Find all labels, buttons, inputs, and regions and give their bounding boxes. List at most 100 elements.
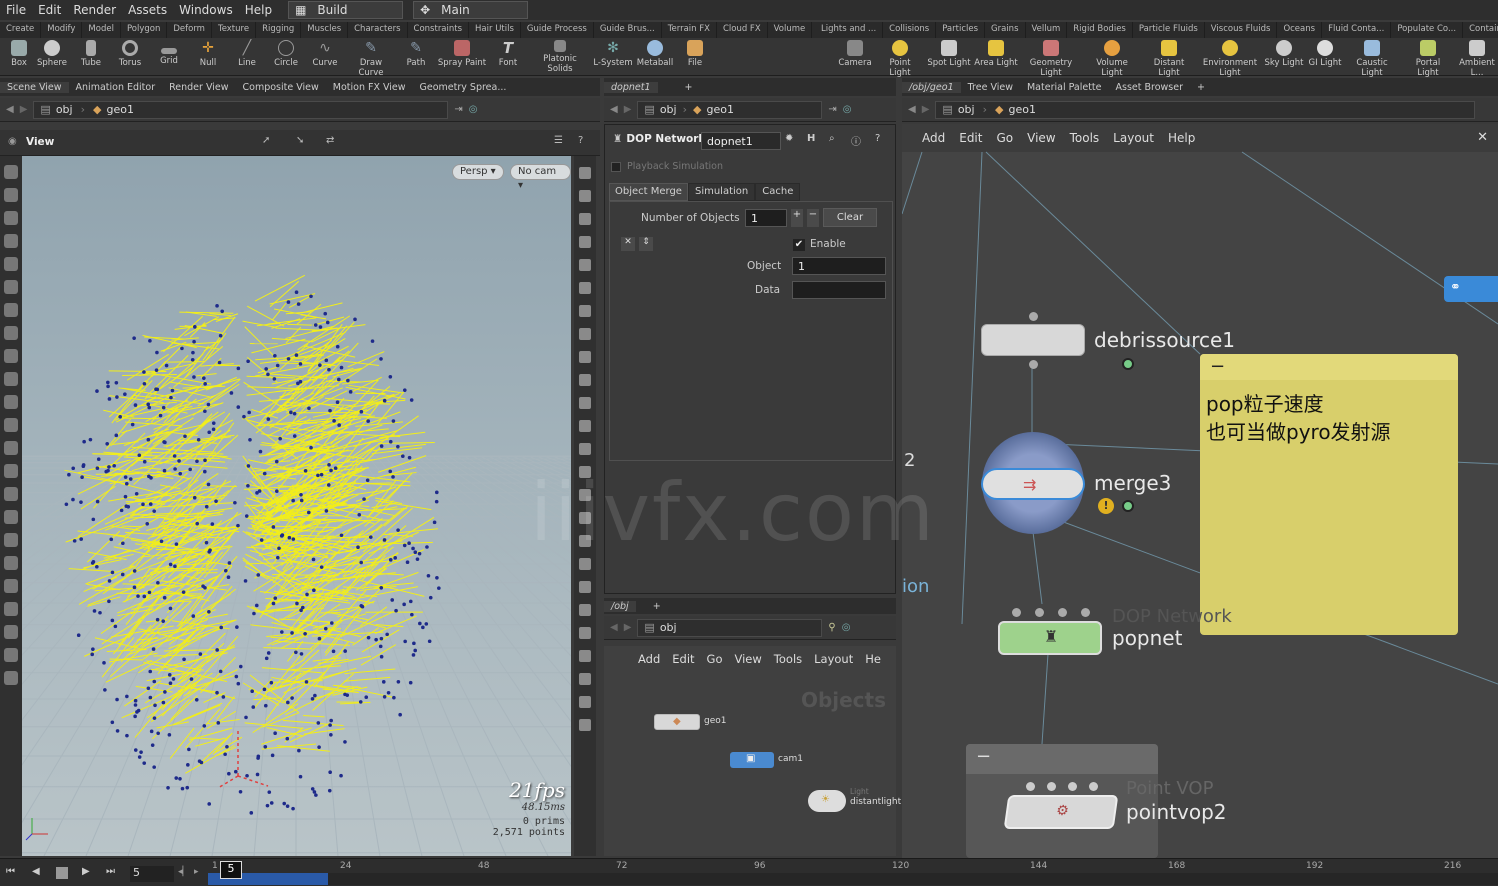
tool-lsystem[interactable]: ✻ L-System	[592, 40, 634, 68]
playhead[interactable]: 5	[220, 861, 242, 879]
clear-button[interactable]: Clear	[823, 208, 877, 227]
tool-path[interactable]: ✎ Path	[397, 40, 435, 68]
tool-distant-light[interactable]: Distant Light	[1144, 40, 1194, 78]
node-merge3[interactable]: ⇉	[981, 468, 1085, 500]
shelf-tab[interactable]: Rigging	[256, 22, 302, 38]
geo-network-view[interactable]: Add Edit Go View Tools Layout Help ✕ 2 i…	[902, 124, 1498, 858]
select-tool-icon[interactable]	[4, 165, 18, 179]
playback-simulation-row[interactable]: Playback Simulation	[611, 161, 891, 177]
shelf-tab[interactable]: Collisions	[883, 22, 937, 38]
shelf-tab[interactable]: Deform	[167, 22, 212, 38]
display-icon[interactable]	[579, 604, 591, 616]
display-icon[interactable]	[579, 190, 591, 202]
menu-file[interactable]: File	[0, 3, 32, 17]
add-tab-icon[interactable]: +	[1190, 82, 1212, 93]
tab-material-palette[interactable]: Material Palette	[1020, 82, 1109, 93]
shelf-tab[interactable]: Populate Co...	[1391, 22, 1464, 38]
menu-help[interactable]: Help	[239, 3, 278, 17]
node-input-connector[interactable]	[1029, 312, 1038, 321]
tab-animation-editor[interactable]: Animation Editor	[69, 82, 163, 93]
display-options-icon[interactable]: ☰	[554, 135, 563, 146]
display-icon[interactable]	[579, 167, 591, 179]
breadcrumb[interactable]: ▤ obj	[637, 618, 823, 637]
shelf-tab[interactable]: Characters	[348, 22, 408, 38]
back-arrow-icon[interactable]: ◀	[6, 104, 14, 115]
help-icon[interactable]: ?	[875, 133, 880, 144]
plus-icon[interactable]: +	[791, 209, 803, 227]
tool-portal-light[interactable]: Portal Light	[1404, 40, 1452, 78]
shelf-tab[interactable]: Guide Process	[521, 22, 594, 38]
menu-render[interactable]: Render	[67, 3, 122, 17]
node-distantlight[interactable]: ☀	[808, 790, 846, 812]
tab-dopnet1[interactable]: dopnet1	[604, 81, 658, 93]
menu-go[interactable]: Go	[707, 652, 723, 666]
step-forward-icon[interactable]: ▸	[194, 867, 199, 877]
tab-obj[interactable]: /obj	[604, 600, 636, 612]
shelf-tab[interactable]: Hair Utils	[469, 22, 521, 38]
pose-tool-icon[interactable]	[4, 257, 18, 271]
timeline[interactable]: ⏮ ◀ ▶ ⏭ 5 ◂▏ ▸ 5 1 24 48 72 96 120 144 1…	[0, 858, 1498, 886]
tool-environment-light[interactable]: Environment Light	[1202, 40, 1258, 78]
forward-arrow-icon[interactable]: ▶	[624, 622, 632, 633]
shelf-tab[interactable]: Muscles	[301, 22, 349, 38]
shelf-tab[interactable]: Lights and ...	[815, 22, 884, 38]
brush-tool-icon[interactable]	[4, 326, 18, 340]
input-connector[interactable]	[1058, 608, 1067, 617]
shelf-tab[interactable]: Container T...	[1463, 22, 1498, 38]
display-icon[interactable]	[579, 259, 591, 271]
tool-ambient-light[interactable]: Ambient L...	[1456, 40, 1498, 78]
tab-asset-browser[interactable]: Asset Browser	[1109, 82, 1190, 93]
grid-snap-icon[interactable]	[4, 395, 18, 409]
tool-metaball[interactable]: Metaball	[636, 40, 674, 68]
light-icon[interactable]	[579, 305, 591, 317]
reorder-icon[interactable]: ⇕	[639, 237, 653, 251]
menu-edit[interactable]: Edit	[672, 652, 694, 666]
display-icon[interactable]	[579, 627, 591, 639]
tab-render-view[interactable]: Render View	[162, 82, 235, 93]
point-snap-icon[interactable]	[4, 418, 18, 432]
tool-draw-curve[interactable]: ✎ Draw Curve	[347, 40, 395, 78]
input-connector[interactable]	[1068, 782, 1077, 791]
misc-tool-icon[interactable]	[4, 648, 18, 662]
light-icon[interactable]	[579, 328, 591, 340]
add-tab-icon[interactable]: +	[678, 82, 700, 93]
misc-tool-icon[interactable]	[4, 556, 18, 570]
help-icon[interactable]: ?	[578, 135, 583, 146]
node-name-field[interactable]: dopnet1	[701, 132, 781, 150]
pin-icon[interactable]: ⇥	[828, 104, 836, 115]
add-tab-icon[interactable]: +	[646, 601, 668, 612]
snap-tool-icon[interactable]	[4, 349, 18, 363]
tool-spray-paint[interactable]: Spray Paint	[437, 40, 487, 68]
main-selector[interactable]: ✥ Main	[413, 1, 529, 19]
tab-scene-view[interactable]: Scene View	[0, 81, 69, 93]
view-tool-icon[interactable]	[4, 303, 18, 317]
tab-motion-fx-view[interactable]: Motion FX View	[326, 82, 413, 93]
display-icon[interactable]	[579, 374, 591, 386]
display-icon[interactable]	[579, 719, 591, 731]
hscript-icon[interactable]: H	[807, 133, 815, 144]
misc-tool-icon[interactable]	[4, 625, 18, 639]
stop-icon[interactable]	[56, 867, 68, 879]
shelf-tab[interactable]: Create	[0, 22, 42, 38]
display-icon[interactable]	[579, 558, 591, 570]
tool-caustic-light[interactable]: Caustic Light	[1346, 40, 1398, 78]
node-geo1[interactable]: ◆	[654, 714, 700, 730]
tab-tree-view[interactable]: Tree View	[961, 82, 1020, 93]
display-icon[interactable]	[579, 696, 591, 708]
tool-file[interactable]: File	[676, 40, 714, 68]
misc-tool-icon[interactable]	[4, 579, 18, 593]
tool-volume-light[interactable]: Volume Light	[1085, 40, 1139, 78]
tab-cache[interactable]: Cache	[755, 183, 801, 201]
tool-spot-light[interactable]: Spot Light	[927, 40, 971, 68]
minus-icon[interactable]: −	[807, 209, 819, 227]
menu-edit[interactable]: Edit	[32, 3, 67, 17]
tool-curve[interactable]: ∿ Curve	[306, 40, 344, 68]
shelf-tab[interactable]: Model	[82, 22, 121, 38]
misc-tool-icon[interactable]	[4, 602, 18, 616]
link-icon[interactable]: ◎	[843, 104, 852, 115]
3d-viewport[interactable]: Persp ▾ No cam ▾ 21fps 48.15ms 0 prims 2…	[22, 156, 571, 856]
node-popnet[interactable]: ♜	[998, 621, 1102, 655]
lock-icon[interactable]	[579, 213, 591, 225]
shelf-tab[interactable]: Viscous Fluids	[1205, 22, 1278, 38]
move-tool-icon[interactable]	[4, 188, 18, 202]
